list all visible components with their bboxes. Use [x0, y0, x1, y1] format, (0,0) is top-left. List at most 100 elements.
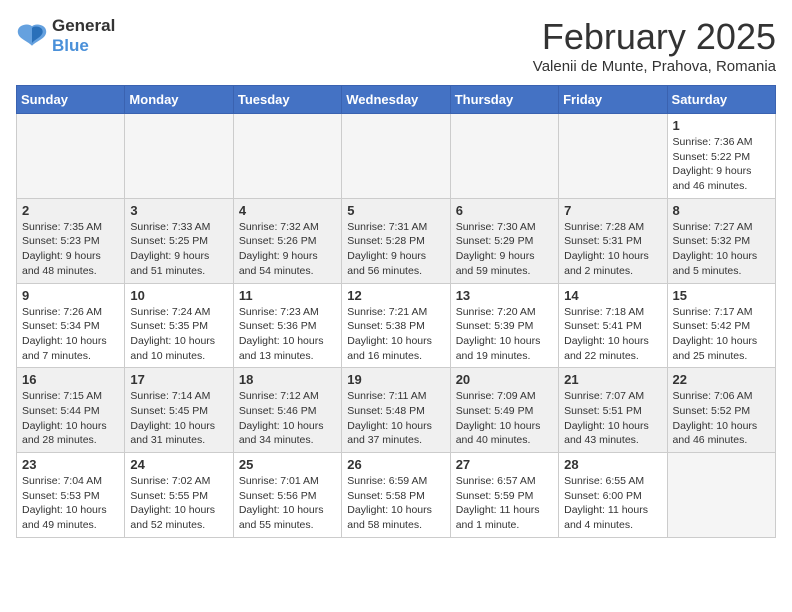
calendar-cell: 11Sunrise: 7:23 AM Sunset: 5:36 PM Dayli…: [233, 283, 341, 368]
day-info: Sunrise: 7:36 AM Sunset: 5:22 PM Dayligh…: [673, 135, 770, 194]
calendar-cell: 20 Sunrise: 7:09 AM Sunset: 5:49 PM Dayli…: [450, 368, 558, 453]
calendar-cell: 22 Sunrise: 7:06 AM Sunset: 5:52 PM Dayli…: [667, 368, 775, 453]
day-number: 1: [673, 118, 770, 133]
day-number: 9: [22, 288, 119, 303]
calendar-cell: 27 Sunrise: 6:57 AM Sunset: 5:59 PM Dayli…: [450, 453, 558, 538]
day-number: 22: [673, 372, 770, 387]
day-number: 26: [347, 457, 444, 472]
calendar-cell: 9 Sunrise: 7:26 AM Sunset: 5:34 PM Daylig…: [17, 283, 125, 368]
day-number: 6: [456, 203, 553, 218]
day-number: 17: [130, 372, 227, 387]
day-number: 14: [564, 288, 661, 303]
weekday-header-monday: Monday: [125, 86, 233, 114]
weekday-header-saturday: Saturday: [667, 86, 775, 114]
day-info: Sunrise: 7:09 AM Sunset: 5:49 PM Dayligh…: [456, 389, 553, 448]
day-number: 21: [564, 372, 661, 387]
calendar-cell: [17, 114, 125, 199]
calendar-cell: 26 Sunrise: 6:59 AM Sunset: 5:58 PM Dayli…: [342, 453, 450, 538]
day-info: Sunrise: 7:33 AM Sunset: 5:25 PM Dayligh…: [130, 220, 227, 279]
calendar-cell: 12 Sunrise: 7:21 AM Sunset: 5:38 PM Dayli…: [342, 283, 450, 368]
day-number: 8: [673, 203, 770, 218]
calendar-cell: 25 Sunrise: 7:01 AM Sunset: 5:56 PM Dayli…: [233, 453, 341, 538]
day-number: 4: [239, 203, 336, 218]
calendar-cell: [450, 114, 558, 199]
day-number: 27: [456, 457, 553, 472]
title-block: February 2025 Valenii de Munte, Prahova,…: [533, 16, 776, 75]
day-info: Sunrise: 7:28 AM Sunset: 5:31 PM Dayligh…: [564, 220, 661, 279]
day-info: Sunrise: 7:02 AM Sunset: 5:55 PM Dayligh…: [130, 474, 227, 533]
weekday-header-row: SundayMondayTuesdayWednesdayThursdayFrid…: [17, 86, 776, 114]
day-info: Sunrise: 7:35 AM Sunset: 5:23 PM Dayligh…: [22, 220, 119, 279]
calendar-cell: 2 Sunrise: 7:35 AM Sunset: 5:23 PM Daylig…: [17, 198, 125, 283]
day-number: 10: [130, 288, 227, 303]
calendar-week-row: 9 Sunrise: 7:26 AM Sunset: 5:34 PM Daylig…: [17, 283, 776, 368]
day-info: Sunrise: 7:06 AM Sunset: 5:52 PM Dayligh…: [673, 389, 770, 448]
calendar-cell: 1 Sunrise: 7:36 AM Sunset: 5:22 PM Daylig…: [667, 114, 775, 199]
day-number: 25: [239, 457, 336, 472]
calendar-cell: 14 Sunrise: 7:18 AM Sunset: 5:41 PM Dayli…: [559, 283, 667, 368]
day-info: Sunrise: 7:11 AM Sunset: 5:48 PM Dayligh…: [347, 389, 444, 448]
page-header: General Blue February 2025 Valenii de Mu…: [16, 16, 776, 75]
calendar-cell: [559, 114, 667, 199]
day-info: Sunrise: 6:57 AM Sunset: 5:59 PM Dayligh…: [456, 474, 553, 533]
day-info: Sunrise: 7:26 AM Sunset: 5:34 PM Dayligh…: [22, 305, 119, 364]
day-info: Sunrise: 7:07 AM Sunset: 5:51 PM Dayligh…: [564, 389, 661, 448]
weekday-header-sunday: Sunday: [17, 86, 125, 114]
day-info: Sunrise: 7:23 AM Sunset: 5:36 PM Dayligh…: [239, 305, 336, 364]
day-number: 15: [673, 288, 770, 303]
month-title: February 2025: [533, 16, 776, 58]
calendar-cell: 18 Sunrise: 7:12 AM Sunset: 5:46 PM Dayli…: [233, 368, 341, 453]
calendar-week-row: 23 Sunrise: 7:04 AM Sunset: 5:53 PM Dayli…: [17, 453, 776, 538]
calendar-cell: [125, 114, 233, 199]
calendar-cell: 23 Sunrise: 7:04 AM Sunset: 5:53 PM Dayli…: [17, 453, 125, 538]
weekday-header-friday: Friday: [559, 86, 667, 114]
day-info: Sunrise: 7:04 AM Sunset: 5:53 PM Dayligh…: [22, 474, 119, 533]
calendar-cell: 3 Sunrise: 7:33 AM Sunset: 5:25 PM Daylig…: [125, 198, 233, 283]
day-info: Sunrise: 7:14 AM Sunset: 5:45 PM Dayligh…: [130, 389, 227, 448]
calendar-cell: [342, 114, 450, 199]
day-info: Sunrise: 7:01 AM Sunset: 5:56 PM Dayligh…: [239, 474, 336, 533]
day-info: Sunrise: 7:21 AM Sunset: 5:38 PM Dayligh…: [347, 305, 444, 364]
calendar-cell: 17 Sunrise: 7:14 AM Sunset: 5:45 PM Dayli…: [125, 368, 233, 453]
day-number: 2: [22, 203, 119, 218]
day-info: Sunrise: 7:12 AM Sunset: 5:46 PM Dayligh…: [239, 389, 336, 448]
day-info: Sunrise: 6:59 AM Sunset: 5:58 PM Dayligh…: [347, 474, 444, 533]
calendar-cell: 10 Sunrise: 7:24 AM Sunset: 5:35 PM Dayli…: [125, 283, 233, 368]
day-info: Sunrise: 7:24 AM Sunset: 5:35 PM Dayligh…: [130, 305, 227, 364]
day-info: Sunrise: 7:32 AM Sunset: 5:26 PM Dayligh…: [239, 220, 336, 279]
weekday-header-wednesday: Wednesday: [342, 86, 450, 114]
calendar-cell: 24 Sunrise: 7:02 AM Sunset: 5:55 PM Dayli…: [125, 453, 233, 538]
logo: General Blue: [16, 16, 115, 57]
day-info: Sunrise: 7:31 AM Sunset: 5:28 PM Dayligh…: [347, 220, 444, 279]
day-number: 16: [22, 372, 119, 387]
day-number: 23: [22, 457, 119, 472]
calendar-cell: [667, 453, 775, 538]
calendar-cell: 16Sunrise: 7:15 AM Sunset: 5:44 PM Dayli…: [17, 368, 125, 453]
day-number: 12: [347, 288, 444, 303]
day-number: 24: [130, 457, 227, 472]
calendar-cell: [233, 114, 341, 199]
weekday-header-thursday: Thursday: [450, 86, 558, 114]
day-info: Sunrise: 7:18 AM Sunset: 5:41 PM Dayligh…: [564, 305, 661, 364]
location-subtitle: Valenii de Munte, Prahova, Romania: [533, 58, 776, 75]
calendar-week-row: 1 Sunrise: 7:36 AM Sunset: 5:22 PM Daylig…: [17, 114, 776, 199]
calendar-cell: 6 Sunrise: 7:30 AM Sunset: 5:29 PM Daylig…: [450, 198, 558, 283]
day-info: Sunrise: 7:30 AM Sunset: 5:29 PM Dayligh…: [456, 220, 553, 279]
calendar-table: SundayMondayTuesdayWednesdayThursdayFrid…: [16, 85, 776, 538]
day-number: 5: [347, 203, 444, 218]
day-info: Sunrise: 7:17 AM Sunset: 5:42 PM Dayligh…: [673, 305, 770, 364]
calendar-cell: 13 Sunrise: 7:20 AM Sunset: 5:39 PM Dayli…: [450, 283, 558, 368]
day-number: 18: [239, 372, 336, 387]
calendar-cell: 19 Sunrise: 7:11 AM Sunset: 5:48 PM Dayli…: [342, 368, 450, 453]
calendar-cell: 5 Sunrise: 7:31 AM Sunset: 5:28 PM Daylig…: [342, 198, 450, 283]
day-info: Sunrise: 7:27 AM Sunset: 5:32 PM Dayligh…: [673, 220, 770, 279]
day-number: 19: [347, 372, 444, 387]
day-number: 3: [130, 203, 227, 218]
day-number: 20: [456, 372, 553, 387]
day-info: Sunrise: 7:20 AM Sunset: 5:39 PM Dayligh…: [456, 305, 553, 364]
calendar-week-row: 2 Sunrise: 7:35 AM Sunset: 5:23 PM Daylig…: [17, 198, 776, 283]
calendar-cell: 4 Sunrise: 7:32 AM Sunset: 5:26 PM Daylig…: [233, 198, 341, 283]
logo-text: General Blue: [52, 16, 115, 57]
day-number: 13: [456, 288, 553, 303]
calendar-week-row: 16Sunrise: 7:15 AM Sunset: 5:44 PM Dayli…: [17, 368, 776, 453]
